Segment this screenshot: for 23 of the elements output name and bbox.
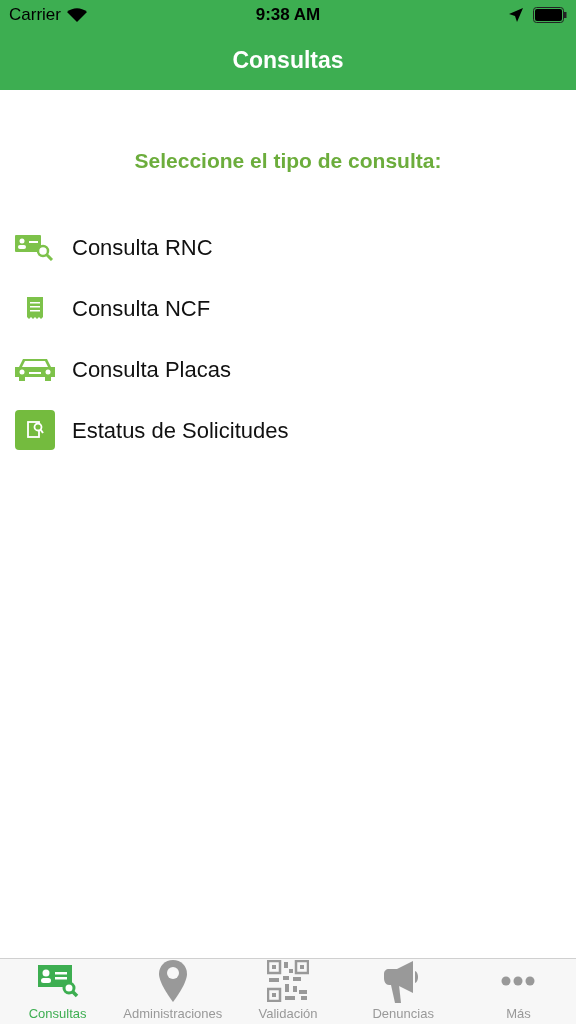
tab-item[interactable]: Más (460, 959, 576, 1024)
wifi-icon (66, 8, 87, 22)
id-card-search-icon (15, 233, 55, 261)
section-heading: Seleccione el tipo de consulta: (134, 149, 442, 172)
tab-item[interactable]: Administraciones (115, 959, 231, 1024)
query-option[interactable]: Consulta Placas (0, 338, 576, 400)
tab-item[interactable]: Validación (230, 959, 346, 1024)
location-arrow-icon (509, 8, 523, 22)
receipt-icon (27, 297, 43, 319)
nav-title: Consultas (232, 45, 344, 75)
id-card-search-icon (35, 963, 80, 1000)
car-icon (15, 357, 55, 381)
battery-icon (533, 7, 567, 23)
more-icon (501, 976, 536, 987)
document-search-icon (15, 410, 55, 450)
qr-code-icon (267, 960, 309, 1003)
carrier-label: Carrier (9, 4, 61, 27)
tab-item[interactable]: Denuncias (345, 959, 461, 1024)
query-option[interactable]: Consulta RNC (0, 216, 576, 278)
tab-item[interactable]: Consultas (0, 959, 116, 1024)
clock-time: 9:38 AM (255, 4, 321, 27)
query-option[interactable]: Consulta NCF (0, 277, 576, 339)
query-option[interactable]: Estatus de Solicitudes (0, 399, 576, 461)
